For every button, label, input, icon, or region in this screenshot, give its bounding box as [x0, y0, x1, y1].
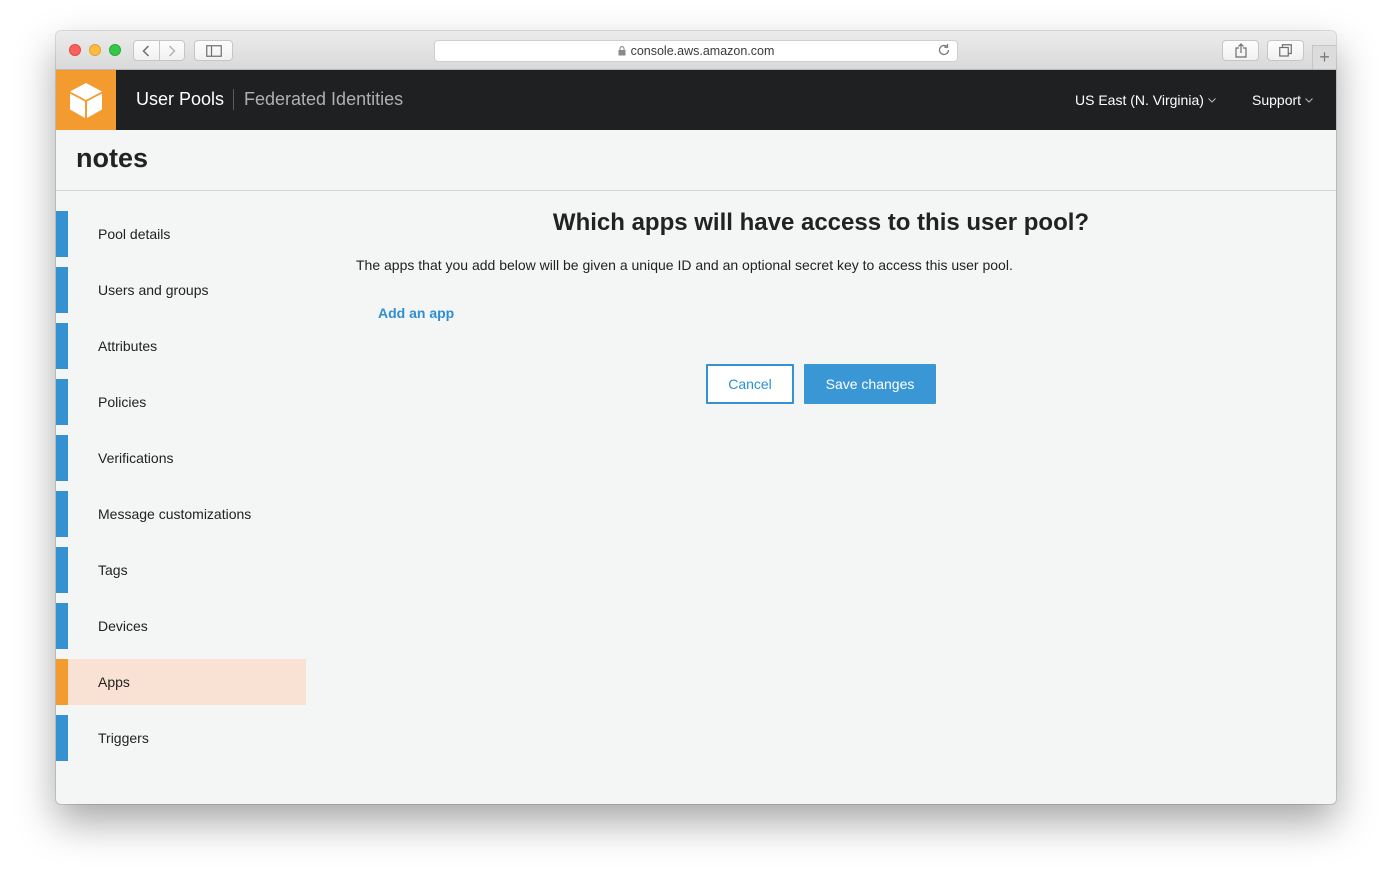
chevron-left-icon — [142, 44, 150, 57]
browser-window: console.aws.amazon.com + User Pools Fede… — [56, 31, 1336, 804]
sidebar-item-label: Tags — [98, 562, 128, 578]
share-button[interactable] — [1222, 40, 1259, 61]
url-text: console.aws.amazon.com — [630, 44, 775, 58]
zoom-window-button[interactable] — [109, 44, 121, 56]
chevron-down-icon — [1208, 97, 1216, 103]
plus-icon: + — [1319, 47, 1330, 67]
divider — [56, 190, 1336, 191]
sidebar-item-triggers[interactable]: Triggers — [56, 715, 306, 761]
close-window-button[interactable] — [69, 44, 81, 56]
share-icon — [1234, 43, 1247, 58]
chevron-right-icon — [168, 44, 176, 57]
sidebar-item-label: Users and groups — [98, 282, 209, 298]
sidebar-item-label: Devices — [98, 618, 148, 634]
back-button[interactable] — [134, 41, 159, 60]
section-description: The apps that you add below will be give… — [356, 257, 1013, 273]
sidebar-icon — [205, 44, 222, 57]
region-label: US East (N. Virginia) — [1075, 92, 1204, 108]
region-selector[interactable]: US East (N. Virginia) — [1075, 92, 1216, 108]
section-heading: Which apps will have access to this user… — [552, 209, 1090, 236]
support-label: Support — [1252, 92, 1302, 108]
sidebar-toggle-button[interactable] — [194, 40, 233, 61]
cube-icon — [70, 83, 102, 118]
sidebar-item-apps[interactable]: Apps — [56, 659, 306, 705]
sidebar-item-label: Message customizations — [98, 506, 252, 522]
sidebar-item-label: Verifications — [98, 450, 174, 466]
sidebar-item-users-and-groups[interactable]: Users and groups — [56, 267, 306, 313]
chevron-down-icon — [1305, 97, 1313, 103]
sidebar-item-label: Policies — [98, 394, 147, 410]
sidebar-item-attributes[interactable]: Attributes — [56, 323, 306, 369]
lock-icon — [618, 46, 626, 56]
aws-logo[interactable] — [56, 70, 116, 130]
sidebar-item-devices[interactable]: Devices — [56, 603, 306, 649]
nav-user-pools[interactable]: User Pools — [136, 89, 224, 110]
cancel-button[interactable]: Cancel — [706, 364, 794, 404]
show-tabs-button[interactable] — [1267, 40, 1304, 61]
forward-button[interactable] — [158, 41, 185, 60]
sidebar-item-label: Pool details — [98, 226, 171, 242]
nav-federated-identities[interactable]: Federated Identities — [244, 89, 403, 110]
reload-icon[interactable] — [937, 43, 951, 57]
sidebar-item-tags[interactable]: Tags — [56, 547, 306, 593]
sidebar-nav: Pool details Users and groups Attributes… — [56, 211, 306, 771]
minimize-window-button[interactable] — [89, 44, 101, 56]
sidebar-item-label: Triggers — [98, 730, 149, 746]
header-divider — [233, 89, 234, 110]
history-nav — [133, 40, 185, 61]
sidebar-item-message-customizations[interactable]: Message customizations — [56, 491, 306, 537]
console-header: User Pools Federated Identities US East … — [56, 70, 1336, 130]
save-changes-button[interactable]: Save changes — [804, 364, 936, 404]
page-title: notes — [76, 143, 149, 173]
sidebar-item-policies[interactable]: Policies — [56, 379, 306, 425]
add-app-link[interactable]: Add an app — [378, 305, 454, 321]
address-bar[interactable]: console.aws.amazon.com — [434, 40, 958, 62]
sidebar-item-label: Apps — [98, 674, 130, 690]
support-menu[interactable]: Support — [1252, 92, 1313, 108]
sidebar-item-verifications[interactable]: Verifications — [56, 435, 306, 481]
sidebar-item-label: Attributes — [98, 338, 158, 354]
new-tab-button[interactable]: + — [1312, 45, 1336, 69]
sidebar-item-pool-details[interactable]: Pool details — [56, 211, 306, 257]
tabs-icon — [1279, 44, 1292, 57]
browser-toolbar: console.aws.amazon.com + — [56, 31, 1336, 70]
